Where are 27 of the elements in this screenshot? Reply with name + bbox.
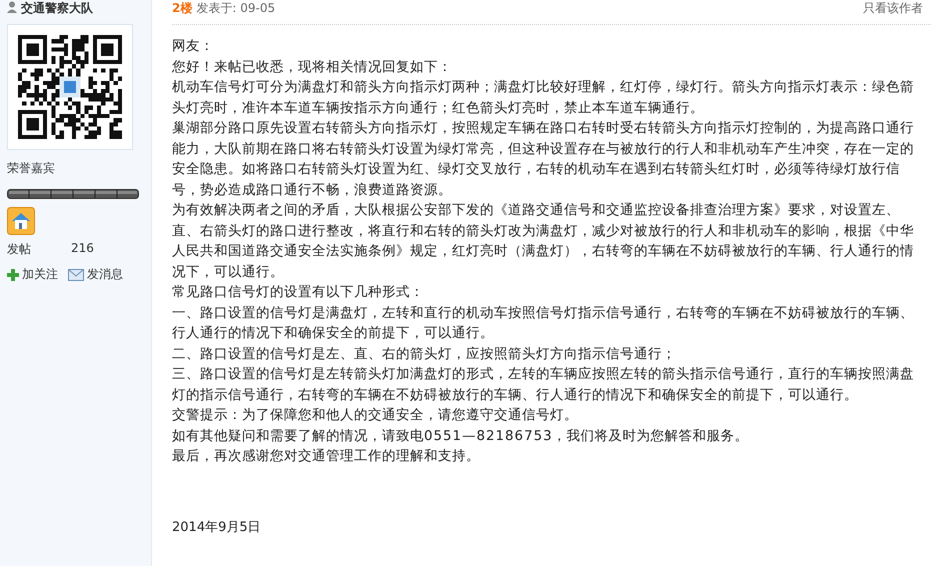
paragraph: 如有其他疑问和需要了解的情况，请致电0551—82186753，我们将及时为您解答和服务。 — [172, 428, 750, 446]
paragraph: 常见路口信号灯的设置有以下几种形式： — [172, 284, 425, 302]
paragraph: 最后，再次感谢您对交通管理工作的理解和支持。 — [172, 448, 481, 466]
paragraph: 您好！来帖已收悉，现将相关情况回复如下： — [172, 58, 453, 76]
home-icon[interactable] — [7, 207, 35, 235]
post-date: 2014年9月5日 — [172, 518, 262, 536]
paragraph: 巢湖部分路口原先设置右转箭头方向指示灯，按照规定车辆在路口右转时受右转箭头方向指示灯控制的，为提高路口通行能力，大队前期在路口将右转箭头灯设置为绿灯常亮，但这种设置存在与被放行的行人和非机动车产生冲突，存在一定的安全隐患。如将路口右转箭头灯设置为红、绿灯交叉放行，右转的机动车在遇到右转箭头红灯时，必须等待绿灯放行信号，势必造成路口通行不畅，浪费道路资源。 — [172, 120, 915, 200]
paragraph: 二、路口设置的信号灯是左、直、右的箭头灯，应按照箭头灯方向指示信号通行； — [172, 346, 677, 364]
follow-link[interactable]: 加关注 — [22, 266, 58, 283]
rank-bar-icon — [7, 188, 139, 200]
post-time: 发表于: 09-05 — [196, 0, 276, 17]
paragraph: 一、路口设置的信号灯是满盘灯，左转和直行的机动车按照信号灯指示信号通行，右转弯的车辆在不妨碍被放行的车辆、行人通行的情况下和确保安全的前提下，可以通行。 — [172, 304, 915, 343]
stat-label: 发帖 — [7, 241, 32, 258]
paragraph: 机动车信号灯可分为满盘灯和箭头方向指示灯两种；满盘灯比较好理解，红灯停，绿灯行。箭头方向指示灯表示：绿色箭头灯亮时，准许本车道车辆按指示方向通行；红色箭头灯亮时，禁止本车道车辆通行。 — [172, 78, 915, 118]
person-icon — [7, 0, 17, 16]
floor-number: 2楼 — [172, 0, 192, 17]
message-link[interactable]: 发消息 — [87, 266, 123, 283]
envelope-icon — [68, 268, 84, 280]
paragraph: 网友： — [172, 38, 215, 56]
plus-icon — [7, 268, 19, 280]
paragraph: 为有效解决两者之间的矛盾，大队根据公安部下发的《道路交通信号和交通监控设备排查治理方案》要求，对设置左、直、右箭头灯的路口进行整改，将直行和右转的箭头灯改为满盘灯，减少对被放行的行人和非机动车的影响，根据《中华人民共和国道路交通安全法实施条例》规定，红灯亮时（满盘灯），右转弯的车辆在不妨碍被放行的车辆、行人通行的情况下，可以通行。 — [172, 202, 915, 282]
stat-value: 216 — [71, 241, 94, 257]
author-only-link[interactable]: 只看该作者 — [863, 0, 923, 17]
honor-title: 荣誉嘉宾 — [7, 160, 56, 177]
paragraph: 三、路口设置的信号灯是左转箭头灯加满盘灯的形式，左转的车辆应按照左转的箭头指示信号通行，直行的车辆按照满盘灯的指示信号通行，右转弯的车辆在不妨碍被放行的车辆、行人通行的情况下和确保安全的前提下，可以通行。 — [172, 366, 915, 404]
paragraph: 交警提示：为了保障您和他人的交通安全，请您遵守交通信号灯。 — [172, 406, 579, 425]
author-name[interactable]: 交通警察大队 — [21, 0, 93, 16]
